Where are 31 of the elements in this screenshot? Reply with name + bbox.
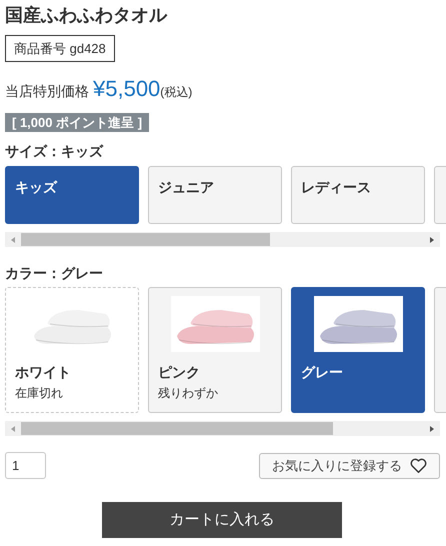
color-name: ピンク <box>158 363 200 382</box>
size-option[interactable]: キッズ <box>5 166 139 224</box>
scrollbar[interactable] <box>5 421 440 436</box>
scrollbar-thumb[interactable] <box>21 233 270 246</box>
points-badge: [ 1,000 ポイント進呈 ] <box>5 113 150 132</box>
quantity-field[interactable]: 1 <box>5 452 46 479</box>
stock-status: 在庫切れ <box>15 385 63 402</box>
price-label: 当店特別価格 <box>5 82 89 101</box>
heart-icon <box>410 458 427 473</box>
add-to-cart-button[interactable]: カートに入れる <box>102 502 342 538</box>
tax-note: (税込) <box>160 84 192 101</box>
color-option[interactable]: ピンク 残りわずか <box>148 287 282 413</box>
stock-status: 残りわずか <box>158 385 218 402</box>
color-option[interactable]: ホワイト 在庫切れ <box>5 287 139 413</box>
product-number: 商品番号 gd428 <box>5 35 115 62</box>
color-label: カラー：グレー <box>5 264 104 283</box>
size-option[interactable]: ジュニア <box>148 166 282 224</box>
scroll-right-icon[interactable] <box>428 236 436 244</box>
color-name: グレー <box>301 363 343 382</box>
product-title: 国産ふわふわタオル <box>5 4 168 27</box>
scroll-left-icon[interactable] <box>9 424 17 432</box>
scrollbar-thumb[interactable] <box>21 422 333 435</box>
price: ¥5,500 <box>93 75 160 103</box>
scroll-right-icon[interactable] <box>428 424 436 432</box>
color-option[interactable]: グレー <box>291 287 425 413</box>
scroll-left-icon[interactable] <box>9 236 17 244</box>
color-name: ホワイト <box>15 363 71 382</box>
favorite-button[interactable]: お気に入りに登録する <box>259 452 440 478</box>
size-label: サイズ：キッズ <box>5 142 104 161</box>
scrollbar[interactable] <box>5 232 440 247</box>
size-option[interactable]: レディース <box>291 166 425 224</box>
